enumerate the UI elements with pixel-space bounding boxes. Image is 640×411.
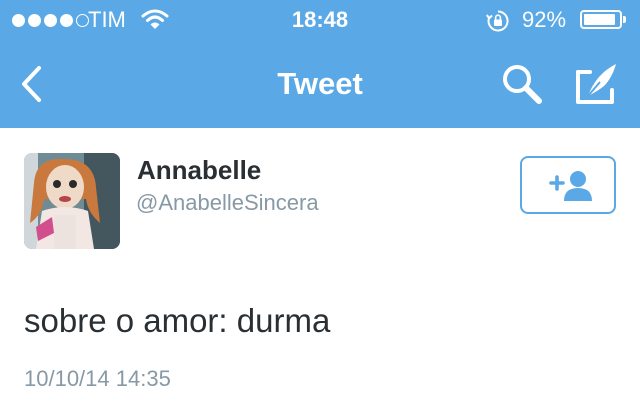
tweet-text: sobre o amor: durma bbox=[24, 302, 331, 339]
status-bar: TIM 18:48 92% bbox=[0, 0, 640, 40]
follow-button[interactable] bbox=[520, 156, 616, 214]
battery-percent: 92% bbox=[522, 7, 567, 32]
rotation-lock-icon bbox=[486, 10, 509, 32]
top-bar: TIM 18:48 92% Tweet bbox=[0, 0, 640, 128]
battery-icon bbox=[580, 10, 626, 29]
compose-icon[interactable] bbox=[574, 60, 620, 106]
avatar[interactable] bbox=[24, 153, 120, 249]
search-icon[interactable] bbox=[500, 62, 544, 106]
tweet-timestamp: 10/10/14 14:35 bbox=[24, 366, 171, 391]
add-user-icon bbox=[549, 171, 592, 201]
author-name[interactable]: Annabelle bbox=[137, 155, 261, 186]
author-handle[interactable]: @AnabelleSincera bbox=[136, 190, 319, 216]
page-title: Tweet bbox=[277, 66, 363, 101]
